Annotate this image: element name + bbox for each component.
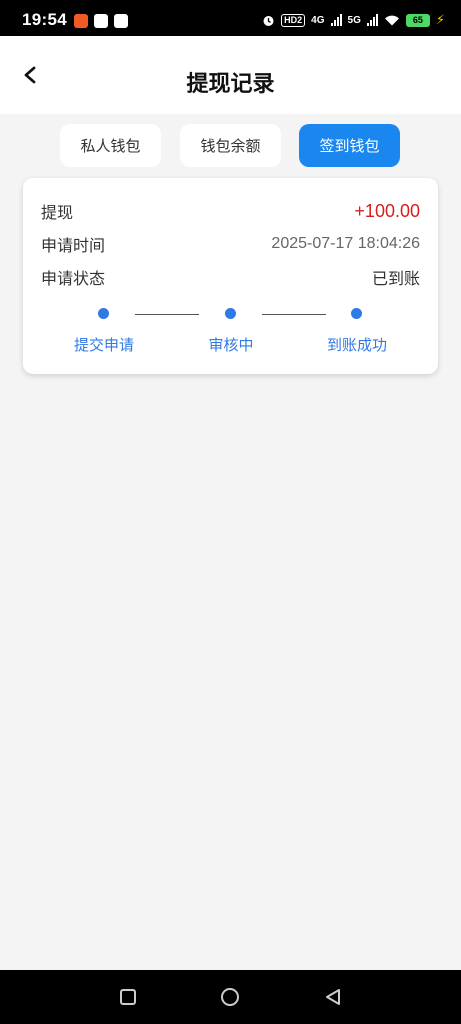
withdrawal-record-card: 提现 +100.00 申请时间 2025-07-17 18:04:26 申请状态…	[23, 178, 438, 374]
network-4g-label: 4G	[311, 14, 325, 26]
time-value: 2025-07-17 18:04:26	[271, 235, 420, 252]
system-icons: HD2 4G 5G 65 ⚡	[262, 12, 445, 28]
status-time: 19:54	[22, 10, 67, 29]
nav-back-button[interactable]	[320, 984, 346, 1010]
app-notification-icon	[74, 14, 88, 28]
hd-badge: HD2	[281, 13, 306, 27]
step-label-reviewing: 审核中	[208, 337, 254, 354]
battery-icon: 65	[405, 13, 430, 27]
circle-icon	[221, 988, 239, 1006]
tab-wallet-balance[interactable]: 钱包余额	[180, 124, 281, 167]
type-label: 提现	[41, 205, 74, 222]
step-dot-reviewing	[225, 308, 236, 319]
status-row: 申请状态 已到账	[41, 265, 420, 289]
status-label: 申请状态	[41, 271, 106, 288]
triangle-back-icon	[326, 989, 340, 1005]
network-5g-label: 5G	[347, 14, 361, 26]
progress-steps: 提交申请 审核中 到账成功	[23, 306, 438, 356]
step-dot-submitted	[98, 308, 109, 319]
page-title: 提现记录	[186, 71, 275, 96]
wallet-tabs: 私人钱包 钱包余额 签到钱包	[0, 124, 461, 168]
recent-apps-button[interactable]	[115, 984, 141, 1010]
step-label-submitted: 提交申请	[73, 337, 135, 354]
tab-private-wallet[interactable]: 私人钱包	[60, 124, 161, 167]
app-header: 提现记录	[0, 36, 461, 114]
step-connector	[262, 314, 326, 315]
amount-value: +100.00	[354, 200, 420, 221]
step-connector	[135, 314, 199, 315]
taobao-notification-icon	[114, 14, 128, 28]
alarm-icon	[263, 15, 274, 26]
mail-notification-icon	[94, 14, 108, 28]
square-icon	[120, 989, 136, 1005]
step-dot-received	[351, 308, 362, 319]
status-value: 已到账	[371, 271, 420, 288]
wifi-icon	[384, 15, 399, 26]
home-button[interactable]	[217, 984, 243, 1010]
signal-icon-2	[366, 14, 378, 26]
notification-icons	[74, 14, 128, 28]
system-nav-bar	[0, 970, 461, 1024]
amount-row: 提现 +100.00	[41, 199, 420, 223]
time-label: 申请时间	[41, 238, 106, 255]
tab-checkin-wallet[interactable]: 签到钱包	[299, 124, 400, 167]
signal-icon-1	[330, 14, 342, 26]
charging-icon: ⚡	[435, 12, 445, 27]
status-bar: 19:54 HD2 4G 5G 65 ⚡	[0, 0, 461, 36]
step-label-received: 到账成功	[326, 337, 388, 354]
time-row: 申请时间 2025-07-17 18:04:26	[41, 232, 420, 256]
